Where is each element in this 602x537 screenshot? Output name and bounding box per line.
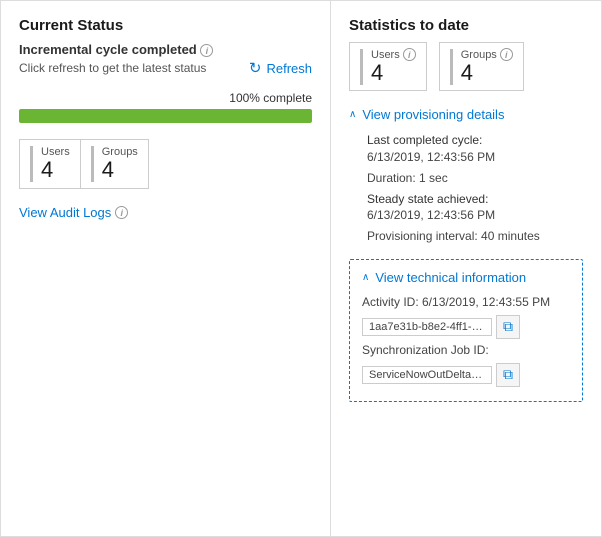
audit-info-icon[interactable]: i <box>115 206 128 219</box>
right-groups-value: 4 <box>461 61 513 85</box>
right-groups-stat: Groups i 4 <box>439 42 524 91</box>
left-panel: Current Status Incremental cycle complet… <box>1 1 331 536</box>
sync-job-copy-button[interactable]: ⧉ <box>496 363 520 387</box>
refresh-hint: Click refresh to get the latest status <box>19 61 206 75</box>
stat-bar-decoration-2 <box>91 146 94 182</box>
right-groups-info-icon[interactable]: i <box>500 48 513 61</box>
refresh-label: Refresh <box>266 61 312 76</box>
main-container: Current Status Incremental cycle complet… <box>0 0 602 537</box>
provisioning-section-header[interactable]: ∧ View provisioning details <box>349 107 583 122</box>
refresh-button[interactable]: ↻ Refresh <box>249 59 312 77</box>
interval-detail: Provisioning interval: 40 minutes <box>367 228 583 245</box>
activity-id-input: 1aa7e31b-b8e2-4ff1-9... <box>362 318 492 336</box>
left-users-value: 4 <box>41 158 70 182</box>
tech-section-header[interactable]: ∧ View technical information <box>362 270 570 285</box>
sync-job-row: ServiceNowOutDelta.3... ⧉ <box>362 363 570 387</box>
provisioning-chevron-icon: ∧ <box>349 109 356 120</box>
audit-logs-link[interactable]: View Audit Logs i <box>19 205 312 220</box>
progress-bar <box>19 109 312 123</box>
right-users-stat: Users i 4 <box>349 42 427 91</box>
left-stats-row: Users 4 Groups 4 <box>19 139 312 189</box>
sync-job-label: Synchronization Job ID: <box>362 343 570 357</box>
steady-state-detail: Steady state achieved: 6/13/2019, 12:43:… <box>367 191 583 225</box>
tech-chevron-icon: ∧ <box>362 272 369 283</box>
copy-icon-1: ⧉ <box>503 318 513 335</box>
refresh-icon: ↻ <box>249 59 262 77</box>
right-stats-row: Users i 4 Groups i 4 <box>349 42 583 91</box>
sync-job-input: ServiceNowOutDelta.3... <box>362 366 492 384</box>
left-panel-title: Current Status <box>19 17 312 34</box>
right-users-value: 4 <box>371 61 416 85</box>
right-panel-title: Statistics to date <box>349 17 583 34</box>
progress-bar-fill <box>19 109 312 123</box>
tech-section: ∧ View technical information Activity ID… <box>349 259 583 402</box>
left-groups-value: 4 <box>102 158 138 182</box>
last-cycle-detail: Last completed cycle: 6/13/2019, 12:43:5… <box>367 132 583 166</box>
right-panel: Statistics to date Users i 4 Groups i <box>331 1 601 536</box>
right-stat-bar-2 <box>450 49 453 85</box>
stat-bar-decoration <box>30 146 33 182</box>
right-users-info-icon[interactable]: i <box>403 48 416 61</box>
cycle-label: Incremental cycle completed i <box>19 42 312 57</box>
tech-section-label: View technical information <box>375 270 526 285</box>
right-stat-bar-1 <box>360 49 363 85</box>
left-groups-stat: Groups 4 <box>81 139 149 189</box>
provisioning-section-label: View provisioning details <box>362 107 504 122</box>
refresh-row: Click refresh to get the latest status ↻… <box>19 59 312 77</box>
activity-id-label: Activity ID: 6/13/2019, 12:43:55 PM <box>362 295 570 309</box>
provisioning-details: Last completed cycle: 6/13/2019, 12:43:5… <box>367 132 583 245</box>
progress-label: 100% complete <box>19 91 312 105</box>
activity-id-copy-button[interactable]: ⧉ <box>496 315 520 339</box>
copy-icon-2: ⧉ <box>503 366 513 383</box>
duration-detail: Duration: 1 sec <box>367 170 583 187</box>
cycle-info-icon[interactable]: i <box>200 44 213 57</box>
activity-id-row: 1aa7e31b-b8e2-4ff1-9... ⧉ <box>362 315 570 339</box>
left-users-stat: Users 4 <box>19 139 81 189</box>
